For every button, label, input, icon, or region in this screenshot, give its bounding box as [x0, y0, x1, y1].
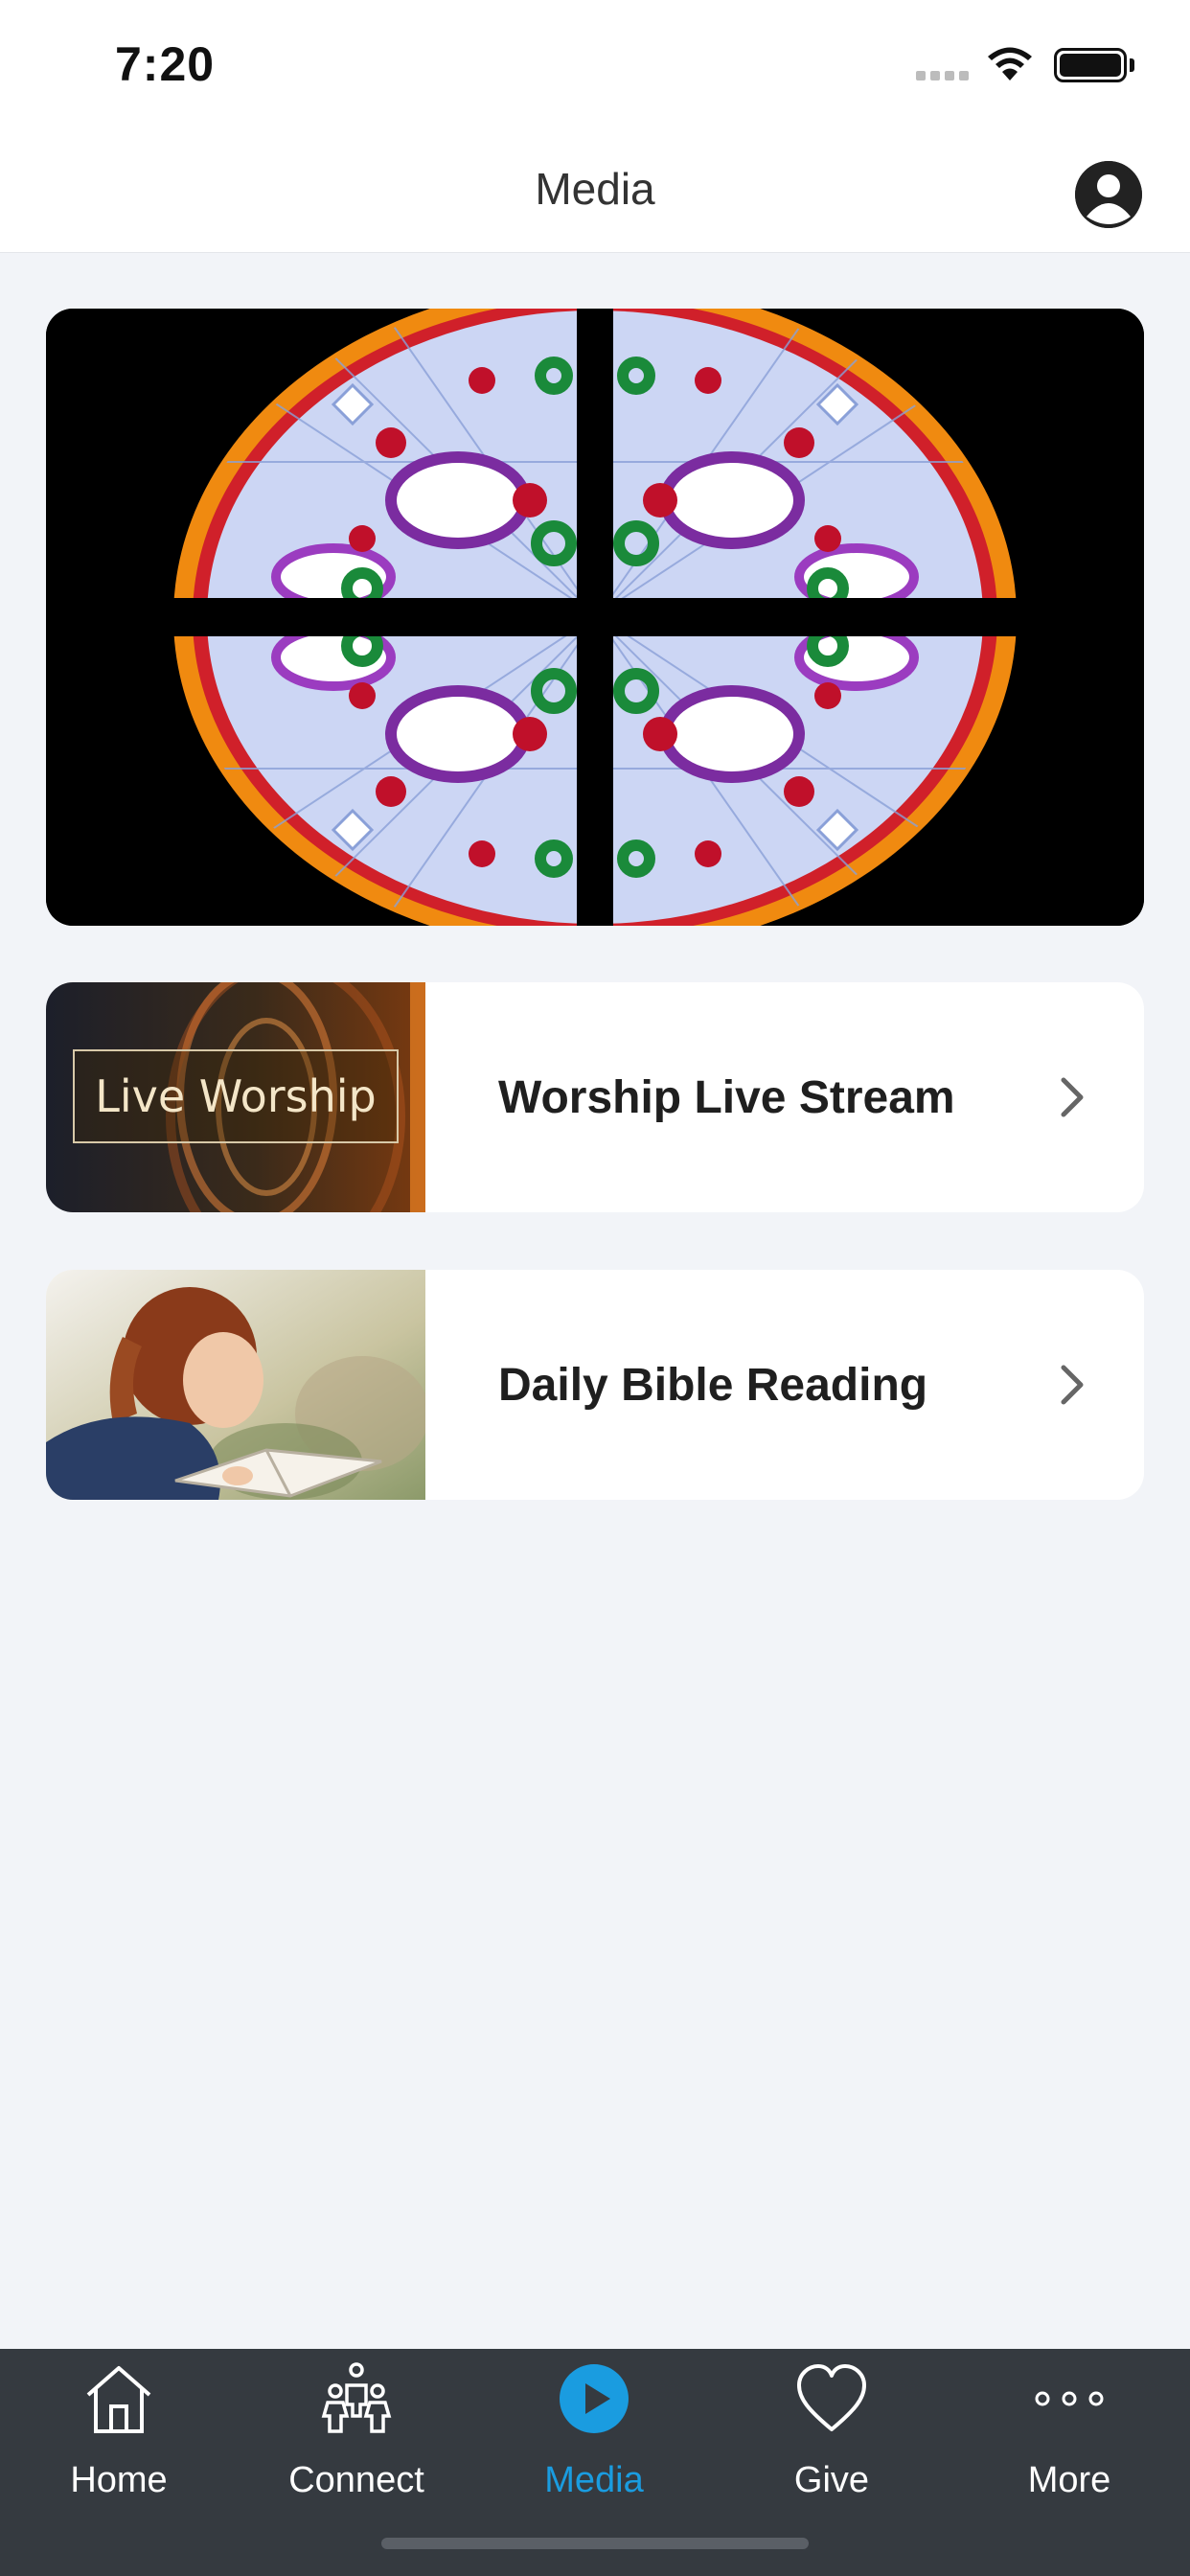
tab-label: More — [1027, 2460, 1111, 2500]
girl-reading-bible-thumbnail — [46, 1270, 425, 1500]
tab-more[interactable]: More — [950, 2349, 1188, 2512]
status-time: 7:20 — [115, 37, 216, 91]
media-item-worship-live-stream[interactable]: Live Worship Worship Live Stream — [46, 982, 1144, 1212]
tab-label: Home — [70, 2460, 168, 2500]
battery-icon — [1054, 48, 1127, 82]
wifi-icon — [988, 47, 1032, 80]
live-worship-thumbnail: Live Worship — [46, 982, 425, 1212]
media-item-title: Worship Live Stream — [498, 1071, 955, 1123]
tab-label: Connect — [288, 2460, 424, 2500]
hero-image[interactable] — [46, 309, 1144, 926]
media-item-title: Daily Bible Reading — [498, 1359, 928, 1411]
tab-label: Give — [793, 2460, 870, 2500]
page-title: Media — [535, 164, 655, 214]
home-icon — [86, 2366, 151, 2433]
tab-home[interactable]: Home — [0, 2349, 238, 2512]
people-icon — [321, 2362, 392, 2433]
play-circle-icon — [560, 2364, 629, 2433]
media-item-daily-bible-reading[interactable]: Daily Bible Reading — [46, 1270, 1144, 1500]
tab-media[interactable]: Media — [475, 2349, 713, 2512]
status-bar: 7:20 — [0, 0, 1190, 134]
heart-icon — [797, 2364, 866, 2431]
more-dots-icon — [1035, 2391, 1104, 2406]
chevron-right-icon — [1061, 1077, 1084, 1117]
chevron-right-icon — [1061, 1365, 1084, 1405]
tab-label: Media — [544, 2460, 644, 2500]
stained-glass-window-image — [46, 309, 1144, 926]
cellular-signal-icon — [916, 71, 970, 82]
tab-give[interactable]: Give — [713, 2349, 950, 2512]
thumbnail-caption: Live Worship — [73, 1049, 399, 1143]
nav-header: Media — [0, 134, 1190, 253]
tab-connect[interactable]: Connect — [238, 2349, 475, 2512]
person-circle-icon[interactable] — [1075, 161, 1142, 228]
home-indicator[interactable] — [381, 2538, 809, 2549]
